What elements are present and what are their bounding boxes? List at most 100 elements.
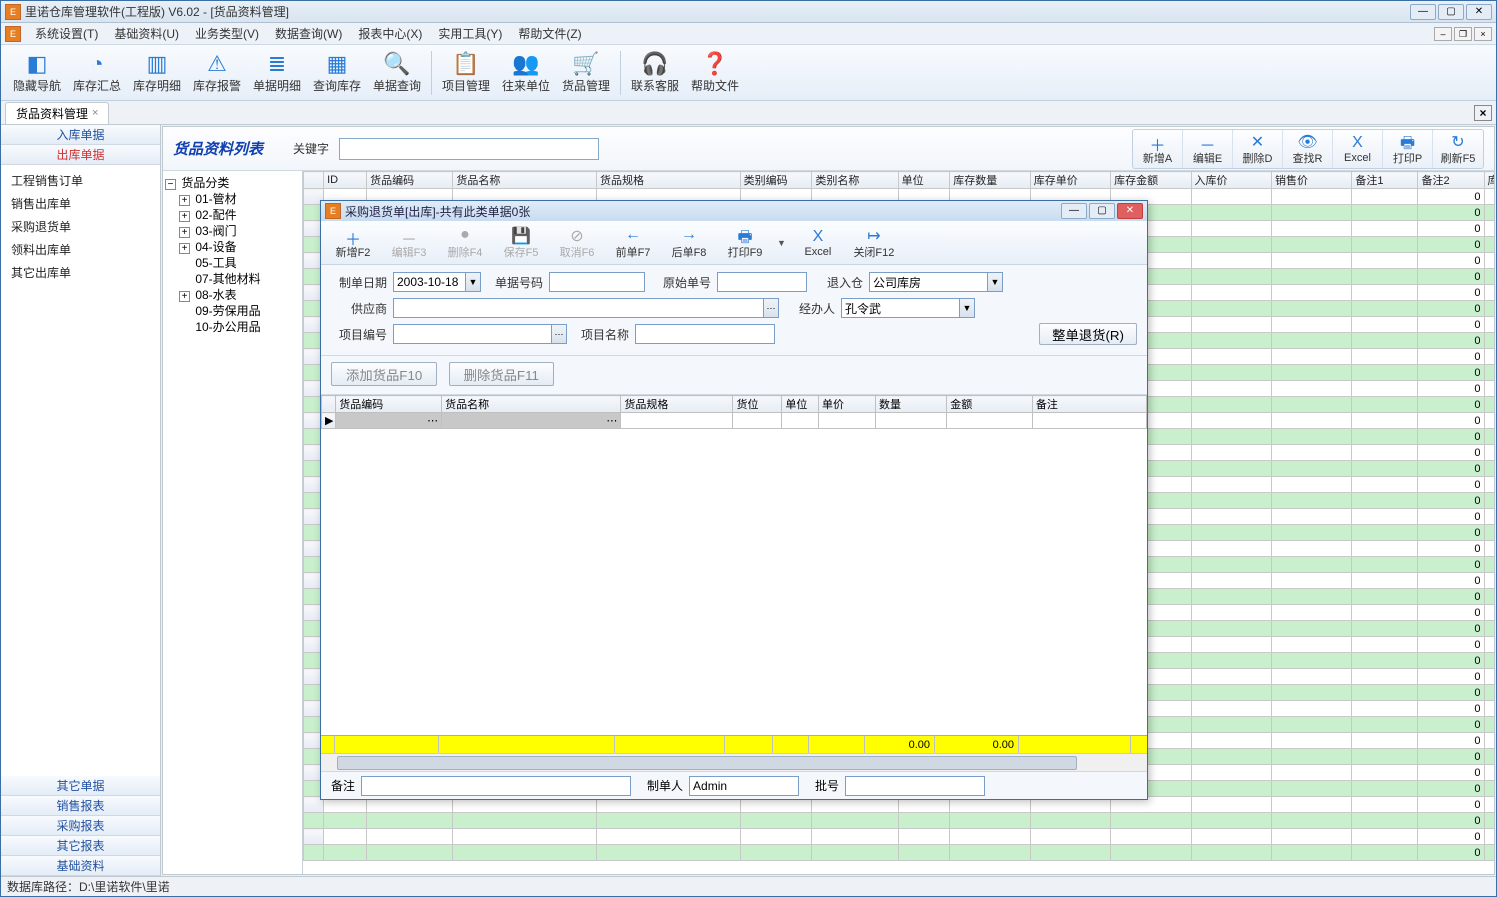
grid-cell[interactable] [1191, 397, 1271, 413]
grid-header[interactable]: 类别编码 [740, 172, 812, 189]
grid-cell[interactable]: 0 [1418, 797, 1484, 813]
grid-cell[interactable] [1352, 829, 1418, 845]
grid-cell[interactable]: 0 [1484, 573, 1494, 589]
sidebar-item[interactable]: 采购退货单 [7, 215, 154, 238]
grid-cell[interactable]: 0 [1484, 701, 1494, 717]
grid-cell[interactable]: 0 [1418, 445, 1484, 461]
dgrid-header[interactable]: 货品规格 [621, 396, 733, 413]
grid-cell[interactable]: 0 [1484, 813, 1494, 829]
grid-cell[interactable]: 0 [1418, 253, 1484, 269]
grid-cell[interactable] [1191, 605, 1271, 621]
tab-goods-management[interactable]: 货品资料管理 × [5, 102, 109, 124]
grid-cell[interactable]: 0 [1484, 365, 1494, 381]
grid-cell[interactable] [1352, 349, 1418, 365]
operator-input[interactable] [841, 298, 959, 318]
action-button[interactable]: ↻刷新F5 [1433, 130, 1483, 168]
supplier-lookup-icon[interactable]: ⋯ [763, 298, 779, 318]
grid-header[interactable]: 货品名称 [453, 172, 597, 189]
tree-node[interactable]: 09-劳保用品 [165, 303, 300, 319]
toolbar-button[interactable]: ≣单据明细 [247, 47, 307, 99]
grid-cell[interactable] [1271, 653, 1351, 669]
scrollbar-thumb[interactable] [337, 756, 1077, 770]
menu-item[interactable]: 业务类型(V) [187, 23, 267, 44]
grid-cell[interactable] [1271, 557, 1351, 573]
grid-cell[interactable] [1352, 445, 1418, 461]
grid-row[interactable]: 000 [304, 829, 1495, 845]
grid-header[interactable]: ID [324, 172, 367, 189]
grid-cell[interactable]: 0 [1418, 317, 1484, 333]
tree-root[interactable]: − 货品分类 [165, 175, 300, 191]
grid-cell[interactable]: 0 [1418, 509, 1484, 525]
grid-cell[interactable] [1352, 797, 1418, 813]
grid-cell[interactable]: 0 [1418, 365, 1484, 381]
grid-cell[interactable] [453, 845, 597, 861]
grid-cell[interactable] [1271, 397, 1351, 413]
tab-close-icon[interactable]: × [92, 107, 98, 119]
operator-dropdown-icon[interactable]: ▼ [959, 298, 975, 318]
grid-cell[interactable] [324, 813, 367, 829]
tree-node[interactable]: 10-办公用品 [165, 319, 300, 335]
keyword-input[interactable] [339, 138, 599, 160]
grid-cell[interactable]: 0 [1418, 733, 1484, 749]
grid-cell[interactable] [1111, 813, 1191, 829]
grid-cell[interactable]: 0 [1484, 733, 1494, 749]
grid-cell[interactable]: 0 [1418, 397, 1484, 413]
sidebar-header-inbound[interactable]: 入库单据 [1, 125, 160, 145]
grid-cell[interactable] [1271, 749, 1351, 765]
print-dropdown-icon[interactable]: ▼ [777, 238, 786, 248]
grid-cell[interactable]: 0 [1418, 717, 1484, 733]
tree-node[interactable]: 05-工具 [165, 255, 300, 271]
batch-input[interactable] [845, 776, 985, 796]
grid-cell[interactable] [1191, 797, 1271, 813]
dialog-titlebar[interactable]: E 采购退货单[出库]-共有此类单据0张 — ▢ ✕ [321, 201, 1147, 221]
dgrid-header[interactable]: 金额 [947, 396, 1033, 413]
maker-input[interactable] [689, 776, 799, 796]
minimize-button[interactable]: — [1410, 4, 1436, 20]
grid-cell[interactable] [1352, 685, 1418, 701]
grid-cell[interactable]: 0 [1484, 221, 1494, 237]
grid-cell[interactable] [1271, 717, 1351, 733]
grid-cell[interactable]: 0 [1418, 573, 1484, 589]
date-input[interactable] [393, 272, 465, 292]
grid-cell[interactable] [1191, 493, 1271, 509]
dialog-tb-button[interactable]: 🖶打印F9 [717, 223, 773, 263]
grid-cell[interactable] [1352, 525, 1418, 541]
warehouse-dropdown-icon[interactable]: ▼ [987, 272, 1003, 292]
grid-cell[interactable] [1352, 237, 1418, 253]
grid-cell[interactable] [1191, 717, 1271, 733]
dialog-tb-button[interactable]: XExcel [790, 223, 846, 263]
grid-cell[interactable] [1191, 733, 1271, 749]
toolbar-button[interactable]: 🛒货品管理 [556, 47, 616, 99]
dgrid-header[interactable]: 单位 [782, 396, 819, 413]
grid-cell[interactable]: 0 [1484, 765, 1494, 781]
grid-cell[interactable]: 0 [1418, 589, 1484, 605]
grid-cell[interactable] [1271, 365, 1351, 381]
grid-cell[interactable] [898, 829, 950, 845]
tree-node[interactable]: 07-其他材料 [165, 271, 300, 287]
grid-cell[interactable] [1352, 477, 1418, 493]
grid-cell[interactable] [812, 845, 898, 861]
menu-item[interactable]: 报表中心(X) [350, 23, 430, 44]
grid-cell[interactable] [1191, 573, 1271, 589]
grid-cell[interactable] [1271, 685, 1351, 701]
toolbar-button[interactable]: ▦查询库存 [307, 47, 367, 99]
grid-cell[interactable]: 0 [1418, 413, 1484, 429]
grid-cell[interactable]: 0 [1484, 269, 1494, 285]
dgrid-cell[interactable]: ⋯ [442, 413, 621, 429]
grid-cell[interactable]: 0 [1418, 781, 1484, 797]
projname-input[interactable] [635, 324, 775, 344]
close-button[interactable]: ✕ [1466, 4, 1492, 20]
grid-cell[interactable] [1191, 269, 1271, 285]
tree-node[interactable]: + 01-管材 [165, 191, 300, 207]
dialog-items-grid[interactable]: 货品编码货品名称货品规格货位单位单价数量金额备注▶⋯⋯ [321, 395, 1147, 735]
dgrid-cell[interactable]: ⋯ [336, 413, 442, 429]
grid-cell[interactable]: 0 [1484, 333, 1494, 349]
grid-cell[interactable] [1271, 733, 1351, 749]
grid-cell[interactable] [1352, 557, 1418, 573]
grid-cell[interactable] [1191, 237, 1271, 253]
dgrid-cell[interactable] [947, 413, 1033, 429]
dgrid-cell[interactable] [733, 413, 782, 429]
grid-cell[interactable] [1352, 365, 1418, 381]
grid-cell[interactable] [1271, 413, 1351, 429]
grid-cell[interactable]: 0 [1418, 429, 1484, 445]
